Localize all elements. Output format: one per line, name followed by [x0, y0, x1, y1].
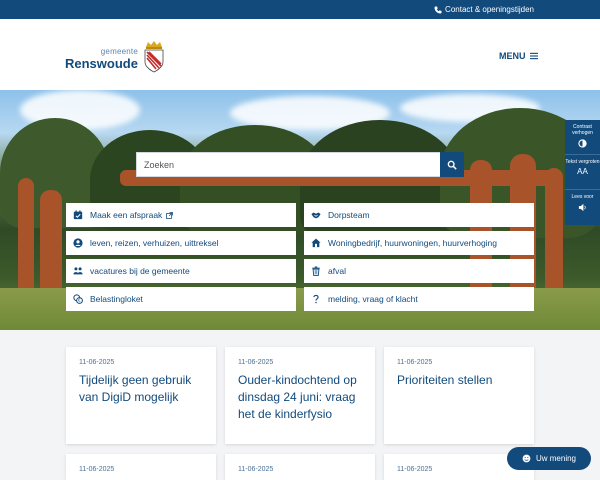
top-bar: Contact & openingstijden [0, 0, 600, 19]
quick-link-label: melding, vraag of klacht [328, 294, 418, 304]
news-card[interactable]: 11-06-2025 [66, 454, 216, 480]
quick-link-label: afval [328, 266, 346, 276]
text-size-icon: AA [577, 167, 588, 176]
quick-link-label: leven, reizen, verhuizen, uittreksel [90, 238, 219, 248]
house-icon [311, 238, 321, 248]
contrast-label: Contrast verhogen [572, 124, 593, 136]
news-date: 11-06-2025 [79, 466, 115, 473]
people-icon [73, 267, 83, 275]
news-date: 11-06-2025 [397, 466, 433, 473]
quick-link-label: vacatures bij de gemeente [90, 266, 190, 276]
menu-button[interactable]: MENU [499, 51, 538, 61]
menu-label: MENU [499, 51, 526, 61]
quick-link-belastingloket[interactable]: € Belastingloket [66, 287, 296, 311]
calendar-check-icon [73, 210, 83, 220]
news-title: Tijdelijk geen gebruik van DigiD mogelij… [79, 373, 192, 404]
search-button[interactable] [440, 152, 464, 177]
handshake-icon [311, 212, 321, 219]
news-date: 11-06-2025 [397, 359, 433, 366]
logo-name: Renswoude [65, 56, 138, 71]
news-date: 11-06-2025 [238, 466, 274, 473]
news-date: 11-06-2025 [79, 359, 115, 366]
quick-link-dorpsteam[interactable]: Dorpsteam [304, 203, 534, 227]
sculpture-figure [40, 190, 62, 300]
search-bar [136, 152, 464, 177]
feedback-button[interactable]: Uw mening [507, 447, 591, 470]
crest-icon [144, 41, 164, 73]
news-date: 11-06-2025 [238, 359, 274, 366]
quick-link-leven[interactable]: leven, reizen, verhuizen, uittreksel [66, 231, 296, 255]
news-card[interactable]: 11-06-2025 [225, 454, 375, 480]
quick-link-label: Maak een afspraak [90, 210, 163, 220]
logo[interactable]: gemeente Renswoude [65, 40, 165, 74]
user-circle-icon [73, 238, 83, 248]
contact-label: Contact & openingstijden [445, 5, 534, 14]
news-title: Prioriteiten stellen [397, 373, 493, 387]
feedback-label: Uw mening [535, 454, 576, 463]
site-header: gemeente Renswoude MENU [0, 19, 600, 90]
contrast-button[interactable]: Contrast verhogen [565, 120, 600, 155]
sculpture-figure [18, 178, 34, 298]
contact-link[interactable]: Contact & openingstijden [434, 5, 534, 14]
contrast-icon [578, 139, 587, 148]
smiley-icon [522, 454, 531, 463]
quick-link-label: Belastingloket [90, 294, 143, 304]
quick-link-afval[interactable]: afval [304, 259, 534, 283]
quick-link-label: Dorpsteam [328, 210, 370, 220]
quick-link-melding[interactable]: melding, vraag of klacht [304, 287, 534, 311]
hamburger-icon [529, 52, 538, 60]
accessibility-toolbar: Contrast verhogen Tekst vergroten AA Lee… [565, 120, 600, 225]
news-card[interactable]: 11-06-2025 Tijdelijk geen gebruik van Di… [66, 347, 216, 444]
coins-icon: € [73, 294, 83, 304]
search-input[interactable] [136, 152, 440, 177]
trash-icon [312, 266, 320, 276]
external-link-icon [166, 211, 174, 219]
news-card[interactable]: 11-06-2025 Ouder-kindochtend op dinsdag … [225, 347, 375, 444]
quick-link-woningbedrijf[interactable]: Woningbedrijf, huurwoningen, huurverhogi… [304, 231, 534, 255]
speaker-icon [578, 203, 586, 212]
svg-text:€: € [78, 298, 81, 303]
news-card[interactable]: 11-06-2025 Prioriteiten stellen [384, 347, 534, 444]
phone-icon [434, 6, 442, 13]
news-title: Ouder-kindochtend op dinsdag 24 juni: vr… [238, 373, 357, 421]
text-size-label: Tekst vergroten [565, 159, 600, 165]
sculpture-figure [545, 168, 563, 300]
read-aloud-button[interactable]: Lees voor [565, 190, 600, 225]
quick-link-label: Woningbedrijf, huurwoningen, huurverhogi… [328, 238, 498, 248]
read-aloud-label: Lees voor [571, 194, 594, 200]
question-icon [313, 294, 319, 304]
quick-link-afspraak[interactable]: Maak een afspraak [66, 203, 296, 227]
text-size-button[interactable]: Tekst vergroten AA [565, 155, 600, 190]
search-icon [447, 160, 457, 170]
quick-link-vacatures[interactable]: vacatures bij de gemeente [66, 259, 296, 283]
